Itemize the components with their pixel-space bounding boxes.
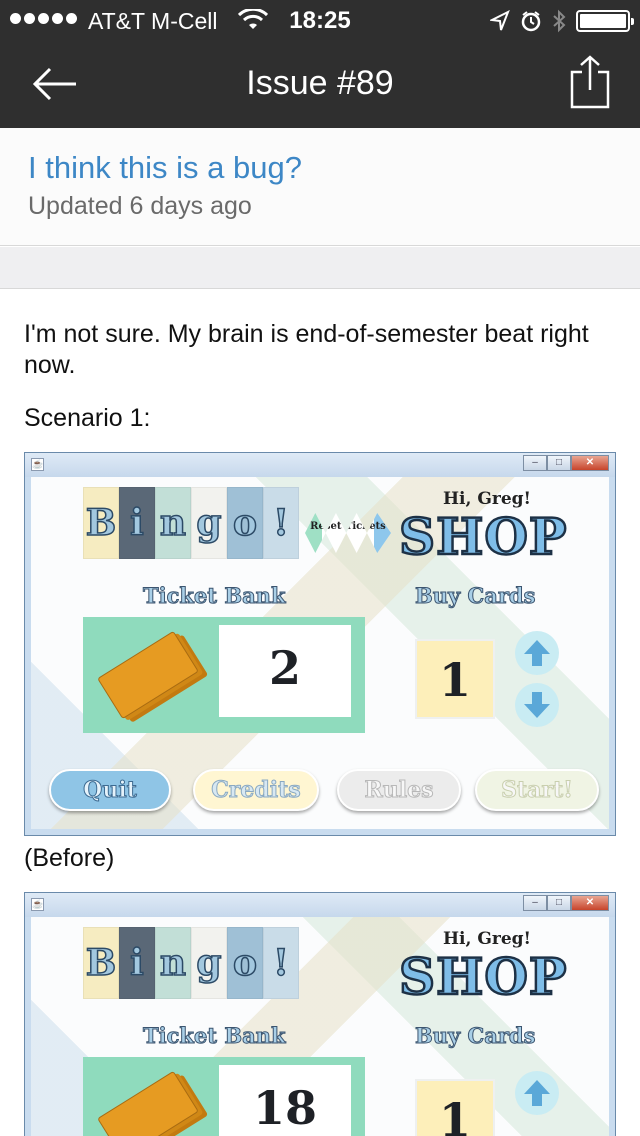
logo-letter: i xyxy=(119,927,155,999)
attached-screenshot-after[interactable]: ☕ – □ ✕ B i n g o ! Hi, Greg! SHOP Ticke… xyxy=(24,892,616,1136)
logo-letter: ! xyxy=(263,487,299,559)
maximize-icon: □ xyxy=(547,895,571,911)
close-icon: ✕ xyxy=(571,895,609,911)
shop-label: SHOP xyxy=(398,506,568,568)
buy-count: 1 xyxy=(438,1093,471,1136)
bluetooth-icon xyxy=(553,9,566,33)
window-titlebar: ☕ – □ ✕ xyxy=(25,893,615,917)
logo-letter: o xyxy=(227,487,263,559)
shop-label: SHOP xyxy=(398,946,568,1008)
ticket-bank-panel: 18 xyxy=(83,1057,365,1136)
increase-arrow-icon xyxy=(515,1071,559,1115)
ticket-count-box: 18 xyxy=(219,1065,351,1136)
issue-header: I think this is a bug? Updated 6 days ag… xyxy=(0,128,640,246)
start-button: Start! xyxy=(475,769,599,811)
minimize-icon: – xyxy=(523,455,547,471)
java-app-icon: ☕ xyxy=(31,458,44,471)
ticket-bank-label: Ticket Bank xyxy=(143,583,286,609)
maximize-icon: □ xyxy=(547,455,571,471)
logo-letter: g xyxy=(191,487,227,559)
page-title: Issue #89 xyxy=(246,64,394,102)
attached-screenshot-before[interactable]: ☕ – □ ✕ B i n g o ! Reset Tickets Hi, Gr… xyxy=(24,452,616,836)
ticket-count: 18 xyxy=(252,1081,317,1135)
credits-button: Credits xyxy=(193,769,319,811)
reset-tickets-button: Reset Tickets xyxy=(305,513,391,553)
increase-arrow-icon xyxy=(515,631,559,675)
scenario-label: Scenario 1: xyxy=(24,404,151,432)
close-icon: ✕ xyxy=(571,455,609,471)
minimize-icon: – xyxy=(523,895,547,911)
logo-letter: ! xyxy=(263,927,299,999)
bingo-game-window: B i n g o ! Hi, Greg! SHOP Ticket Bank B… xyxy=(31,917,609,1136)
buy-count-box: 1 xyxy=(415,639,495,719)
rules-button: Rules xyxy=(337,769,461,811)
alarm-icon xyxy=(521,11,541,32)
tickets-icon xyxy=(97,1070,199,1136)
java-app-icon: ☕ xyxy=(31,898,44,911)
ticket-count-box: 2 xyxy=(219,625,351,717)
buy-cards-label: Buy Cards xyxy=(414,1023,536,1049)
navigation-bar: Issue #89 xyxy=(0,40,640,128)
buy-count-box: 1 xyxy=(415,1079,495,1136)
location-arrow-icon xyxy=(490,10,510,31)
logo-letter: n xyxy=(155,487,191,559)
quit-button: Quit xyxy=(49,769,171,811)
logo-letter: B xyxy=(83,487,119,559)
comment-paragraph: I'm not sure. My brain is end-of-semeste… xyxy=(24,320,589,379)
greeting-text: Hi, Greg! xyxy=(443,489,531,509)
buy-count: 1 xyxy=(438,653,471,707)
ticket-bank-panel: 2 xyxy=(83,617,365,733)
ticket-bank-label: Ticket Bank xyxy=(143,1023,286,1049)
logo-letter: g xyxy=(191,927,227,999)
bingo-logo: B i n g o ! xyxy=(83,927,299,999)
issue-title[interactable]: I think this is a bug? xyxy=(28,150,302,186)
tickets-icon xyxy=(97,630,199,720)
status-bar: AT&T M-Cell 18:25 xyxy=(0,0,640,40)
logo-letter: B xyxy=(83,927,119,999)
issue-updated-time: Updated 6 days ago xyxy=(28,192,252,220)
buy-cards-label: Buy Cards xyxy=(414,583,536,609)
screenshot-caption: (Before) xyxy=(24,844,115,872)
section-divider xyxy=(0,247,640,289)
window-titlebar: ☕ – □ ✕ xyxy=(25,453,615,477)
logo-letter: n xyxy=(155,927,191,999)
bingo-game-window: B i n g o ! Reset Tickets Hi, Greg! SHOP… xyxy=(31,477,609,829)
logo-letter: o xyxy=(227,927,263,999)
ticket-count: 2 xyxy=(268,641,301,695)
decrease-arrow-icon xyxy=(515,683,559,727)
logo-letter: i xyxy=(119,487,155,559)
share-icon[interactable] xyxy=(568,54,612,110)
bingo-logo: B i n g o ! xyxy=(83,487,299,559)
battery-icon xyxy=(576,10,634,32)
greeting-text: Hi, Greg! xyxy=(443,929,531,949)
